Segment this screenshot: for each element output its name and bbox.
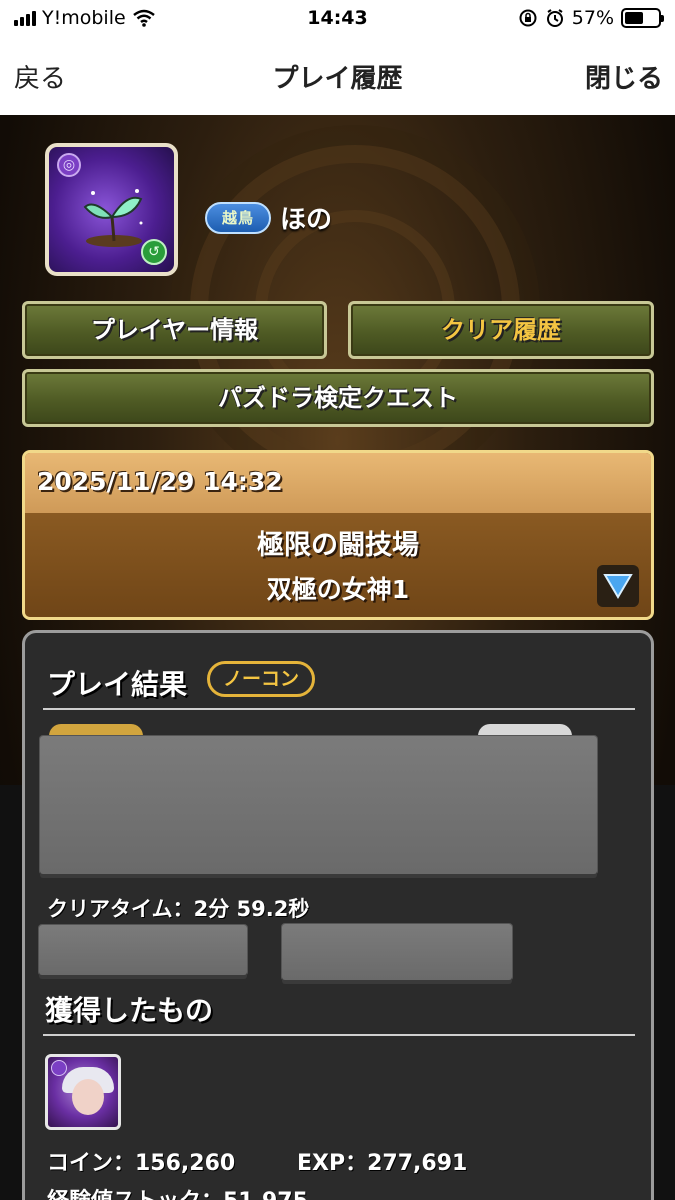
dungeon-name: 極限の闘技場: [257, 530, 419, 561]
triangle-down-icon: [603, 574, 633, 599]
divider: [43, 1034, 635, 1036]
player-info-button[interactable]: プレイヤー情報: [22, 301, 327, 359]
clear-history-tab[interactable]: クリア履歴: [348, 301, 654, 359]
obtained-heading: 獲得したもの: [45, 994, 214, 1027]
result-heading: プレイ結果: [47, 668, 188, 701]
dark-attribute-icon: [51, 1060, 67, 1076]
dark-attribute-icon: ◎: [57, 153, 81, 177]
floor-name: 双極の女神1: [266, 575, 410, 604]
title-badge: 越鳥: [205, 202, 271, 234]
divider: [43, 708, 635, 710]
no-continue-badge: ノーコン: [207, 661, 315, 697]
history-card[interactable]: 2025/11/29 14:32 極限の闘技場 双極の女神1: [22, 450, 654, 620]
result-panel: プレイ結果 ノーコン クリアタイム：2分 59.2秒 獲得したもの コイン：15…: [22, 630, 654, 1200]
page-title: プレイ履歴: [272, 64, 403, 94]
nav-bar: 戻る プレイ履歴 閉じる: [0, 38, 675, 115]
history-datetime: 2025/11/29 14:32: [37, 467, 283, 496]
content-area: ◎ ↺ 越鳥 ほの プレイヤー情報 クリア履歴 パズドラ検定クエスト 2025/…: [0, 115, 675, 1200]
close-button[interactable]: 閉じる: [585, 58, 663, 95]
exp-value: EXP：277,691: [297, 1151, 468, 1176]
status-bar: Y!mobile 14:43 57%: [0, 0, 675, 38]
exp-stock-value: 経験値ストック：51,975: [47, 1183, 308, 1200]
player-avatar[interactable]: ◎ ↺: [45, 143, 178, 276]
status-right: 57%: [518, 7, 664, 29]
sprout-monster-icon: [83, 189, 143, 247]
player-name: ほの: [280, 205, 333, 235]
wood-attribute-icon: ↺: [141, 239, 167, 265]
quest-button[interactable]: パズドラ検定クエスト: [22, 369, 654, 427]
alarm-icon: [546, 9, 563, 27]
battery-percent: 57%: [571, 7, 614, 29]
monster-icon[interactable]: [45, 1054, 121, 1130]
coin-value: コイン：156,260: [47, 1151, 236, 1176]
redacted-block: [39, 925, 247, 975]
redacted-block: [40, 736, 597, 874]
rotation-lock-icon: [519, 9, 537, 27]
monster-face: [72, 1079, 104, 1115]
clear-time: クリアタイム：2分 59.2秒: [47, 897, 310, 921]
expand-button[interactable]: [597, 565, 639, 607]
redacted-block: [282, 924, 512, 980]
battery-icon: [621, 8, 664, 28]
